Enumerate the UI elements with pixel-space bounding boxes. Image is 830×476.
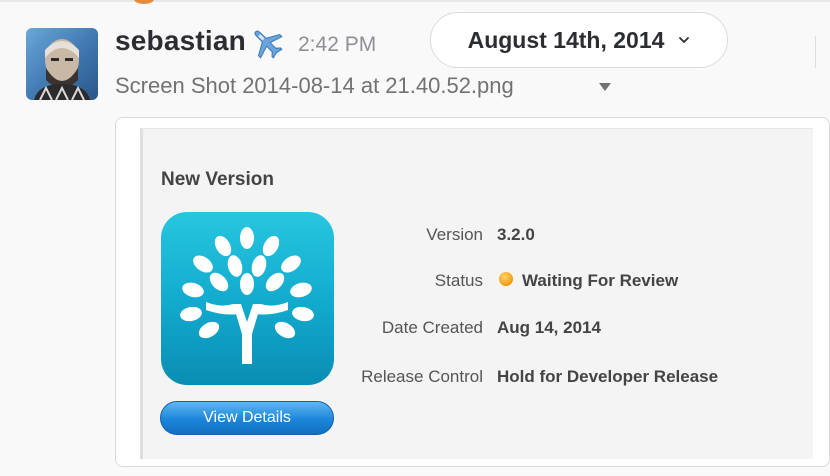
airplane-icon bbox=[254, 30, 283, 59]
divider bbox=[815, 36, 816, 68]
timestamp[interactable]: 2:42 PM bbox=[298, 33, 376, 57]
message-view: sebastian 2:42 PM August 14th, 2014 Scre… bbox=[0, 0, 830, 476]
date-created-label: Date Created bbox=[381, 318, 483, 337]
date-created-value: Aug 14, 2014 bbox=[497, 318, 601, 337]
chevron-down-icon bbox=[679, 37, 690, 43]
status-indicator-icon bbox=[499, 272, 513, 286]
image-attachment[interactable]: New Version View Details Version 3.2.0 S… bbox=[115, 117, 830, 467]
avatar[interactable] bbox=[26, 28, 98, 100]
reaction-fragment bbox=[134, 0, 154, 4]
version-value: 3.2.0 bbox=[497, 225, 535, 244]
view-details-button[interactable]: View Details bbox=[160, 401, 334, 435]
new-version-title: New Version bbox=[161, 169, 274, 190]
caret-down-icon[interactable] bbox=[598, 82, 612, 92]
version-label: Version bbox=[426, 225, 483, 244]
status-value: Waiting For Review bbox=[522, 271, 679, 290]
sender-name[interactable]: sebastian bbox=[115, 25, 246, 57]
attachment-filename[interactable]: Screen Shot 2014-08-14 at 21.40.52.png bbox=[115, 73, 514, 99]
screenshot-image: New Version View Details Version 3.2.0 S… bbox=[140, 128, 813, 459]
release-control-label: Release Control bbox=[361, 367, 483, 386]
date-divider-label: August 14th, 2014 bbox=[467, 26, 665, 53]
divider bbox=[0, 0, 830, 2]
release-control-value: Hold for Developer Release bbox=[497, 367, 719, 386]
date-divider-button[interactable]: August 14th, 2014 bbox=[430, 12, 728, 68]
status-label: Status bbox=[434, 271, 483, 290]
